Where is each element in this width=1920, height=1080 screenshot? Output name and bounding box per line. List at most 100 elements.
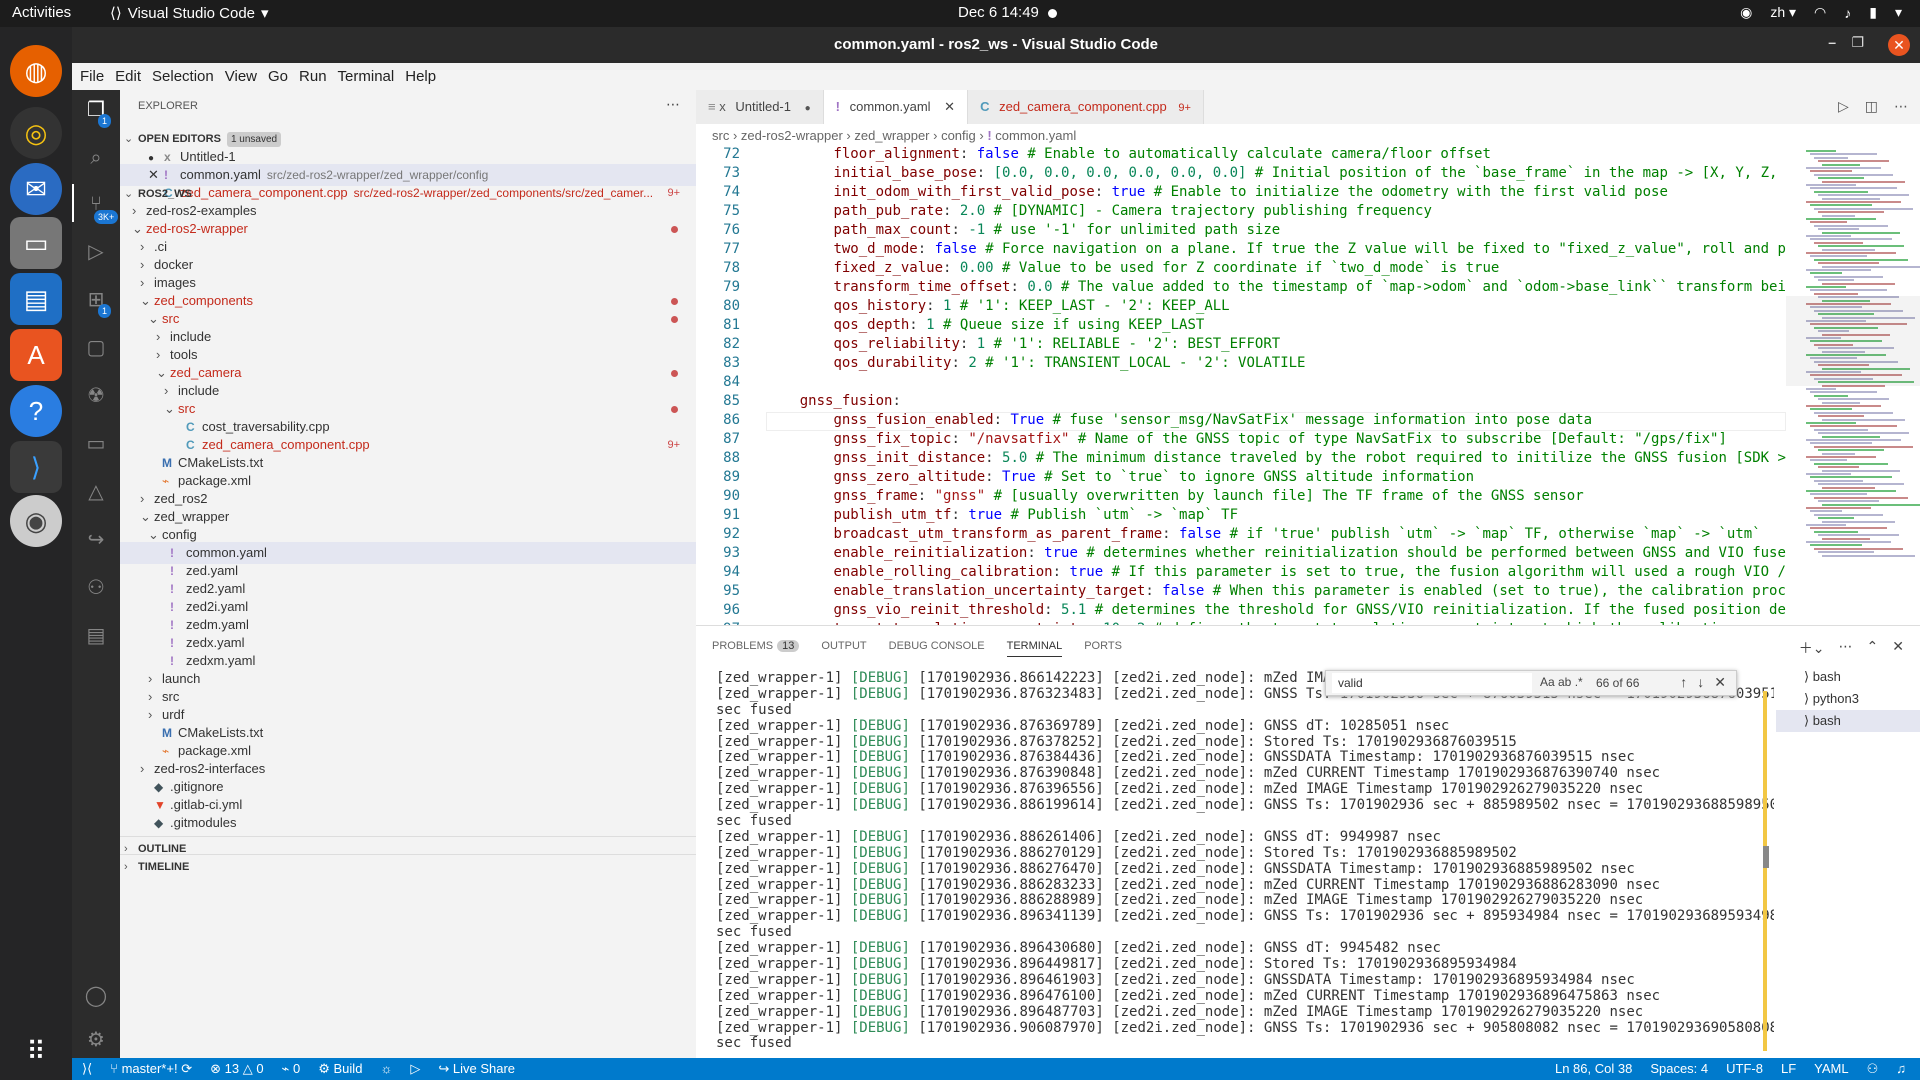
code-line: publish_utm_tf: true # Publish `utm` -> … [766,507,1238,523]
run-icon[interactable]: ▷ [1838,98,1849,115]
system-tray[interactable]: ◉ zh ▾ ◠ ♪ ▮ ▾ [1740,4,1902,21]
encoding[interactable]: UTF-8 [1726,1058,1763,1080]
split-editor-icon[interactable]: ◫ [1865,98,1878,115]
terminal-scrollbar[interactable] [1763,671,1769,1051]
ros-icon[interactable]: ☢ [82,382,110,410]
line-number: 89 [723,469,740,485]
menu-bar: File Edit Selection View Go Run Terminal… [72,63,1920,90]
clock[interactable]: Dec 6 14:49 [958,4,1039,21]
remote-indicator-icon[interactable]: ⟩⟨ [82,1058,92,1080]
terminal-item-python3[interactable]: ⟩ python3 [1776,688,1920,710]
cmake-icon[interactable]: △ [82,478,110,506]
menu-view[interactable]: View [225,68,257,85]
minimap-row [1818,245,1904,248]
tab-ports[interactable]: PORTS [1084,640,1122,657]
terminal-item-bash[interactable]: ⟩ bash [1776,666,1920,688]
live-share-button[interactable]: ↪ Live Share [438,1058,515,1080]
chat-icon[interactable]: ▭ [82,430,110,458]
software-icon[interactable]: A [10,329,62,381]
files-icon[interactable]: ▭ [10,217,62,269]
rhythmbox-icon[interactable]: ◎ [10,107,62,159]
minimap[interactable] [1786,146,1920,625]
firefox-icon[interactable]: ◍ [10,45,62,97]
language-mode[interactable]: YAML [1814,1058,1848,1080]
more-icon[interactable]: ⋯ [1839,638,1853,658]
more-icon[interactable]: ⋯ [1894,98,1908,115]
dvd-icon[interactable]: ◉ [10,495,62,547]
log-message: [zed2i.zed_node]: GNSSDATA Timestamp: 17… [1112,750,1635,766]
more-actions-icon[interactable]: ⋯ [666,96,680,113]
tab-output[interactable]: OUTPUT [821,640,866,657]
show-apps-icon[interactable]: ⠿ [10,1025,62,1077]
run-icon[interactable]: ▷ [410,1058,420,1080]
menu-selection[interactable]: Selection [152,68,214,85]
indentation[interactable]: Spaces: 4 [1650,1058,1708,1080]
log-level: [DEBUG] [850,766,910,782]
tree-row[interactable]: › TIMELINE [120,854,696,876]
minimize-icon[interactable]: – [1828,34,1836,50]
remote-explorer-icon[interactable]: ▢ [82,334,110,362]
tab-terminal[interactable]: TERMINAL [1006,640,1063,657]
menu-go[interactable]: Go [268,68,288,85]
live-share-icon[interactable]: ↪ [82,526,110,554]
terminal-item-bash[interactable]: ⟩ bash [1776,710,1920,732]
restore-icon[interactable]: ❐ [1851,34,1864,51]
maximize-panel-icon[interactable]: ⌃ [1867,638,1879,658]
minimap-viewport[interactable] [1786,296,1920,386]
tab-common-yaml[interactable]: ! common.yaml ✕ [823,90,969,124]
close-window-button[interactable]: ✕ [1888,34,1910,56]
close-tab-icon[interactable]: ✕ [944,99,955,114]
tab-problems[interactable]: PROBLEMS 13 [712,640,800,657]
end-of-line[interactable]: LF [1781,1058,1796,1080]
tab-zed-camera-component[interactable]: C zed_camera_component.cpp 9+ [968,90,1204,124]
help-icon[interactable]: ? [10,385,62,437]
tab-untitled-1[interactable]: ≡ x Untitled-1 ● [696,90,824,124]
app-menu[interactable]: ⟨⟩ Visual Studio Code ▾ [110,4,269,23]
close-panel-icon[interactable]: ✕ [1892,638,1904,658]
terminal-output[interactable]: [zed_wrapper-1] [DEBUG] [1701902936.8661… [716,671,1774,1059]
log-prefix: [zed_wrapper-1] [716,988,843,1004]
new-terminal-icon[interactable]: ＋⌄ [1799,638,1825,658]
menu-edit[interactable]: Edit [115,68,141,85]
python-icon[interactable]: ⚇ [82,574,110,602]
tab-debug-console[interactable]: DEBUG CONSOLE [889,640,985,657]
close-find-icon[interactable]: ✕ [1714,674,1726,691]
search-icon[interactable]: ⌕ [82,144,110,172]
input-method[interactable]: zh ▾ [1770,4,1796,21]
previous-match-icon[interactable]: ↑ [1680,674,1687,691]
menu-terminal[interactable]: Terminal [338,68,395,85]
yaml-comment: # [DYNAMIC] - Camera trajectory publishi… [993,203,1432,219]
minimap-row [1822,282,1895,285]
activities-button[interactable]: Activities [12,4,71,21]
next-match-icon[interactable]: ↓ [1697,674,1704,691]
find-options[interactable]: Aa ab .* [1540,675,1583,689]
notifications-icon[interactable]: ♫ [1896,1058,1906,1080]
vscode-dock-icon[interactable]: ⟩ [10,441,62,493]
account-icon[interactable]: ◯ [82,982,110,1010]
debug-icon[interactable]: ☼ [380,1058,392,1080]
colon: : [1010,279,1028,295]
menu-run[interactable]: Run [299,68,327,85]
tree-item-label: .ci [154,239,167,254]
thunderbird-icon[interactable]: ✉ [10,163,62,215]
account-icon[interactable]: ⚇ [1867,1058,1879,1080]
writer-icon[interactable]: ▤ [10,273,62,325]
colon: : [892,393,910,409]
menu-help[interactable]: Help [405,68,436,85]
cursor-position[interactable]: Ln 86, Col 38 [1555,1058,1632,1080]
code-editor[interactable]: 72 floor_alignment: false # Enable to au… [696,146,1786,625]
problems-indicator[interactable]: ⊗ 13 △ 0 [210,1058,263,1080]
git-branch[interactable]: ⑂ master*+! ⟳ [110,1058,192,1080]
ports-indicator[interactable]: ⌁ 0 [282,1058,301,1080]
terminal-line: sec fused [716,703,1774,719]
build-button[interactable]: ⚙ Build [318,1058,362,1080]
run-debug-icon[interactable]: ▷ [82,238,110,266]
comments-icon[interactable]: ▤ [82,622,110,650]
menu-file[interactable]: File [80,68,104,85]
tray-app-icon[interactable]: ◉ [1740,4,1752,21]
find-input[interactable]: valid [1332,673,1532,693]
settings-gear-icon[interactable]: ⚙ [82,1026,110,1054]
